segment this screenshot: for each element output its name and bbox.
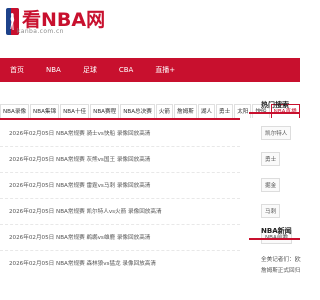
- hot-tag[interactable]: 凯尔特人: [261, 126, 292, 140]
- list-item[interactable]: 2026年02月05日 NBA常规赛 雷霆vs马刺 录像回放高清: [0, 173, 240, 199]
- list-item[interactable]: 2026年02月05日 NBA常规赛 森林狼vs猛龙 录像回放高清: [0, 251, 240, 277]
- site-header: 看NBA网 kanba.com.cn: [0, 0, 300, 52]
- main-nav: 首页 NBA 足球 CBA 直播+: [0, 58, 300, 82]
- tab-james[interactable]: 詹姆斯: [174, 104, 197, 118]
- nav-item-football[interactable]: 足球: [72, 58, 108, 82]
- tab-nba-finals[interactable]: NBA总决赛: [120, 104, 155, 118]
- nav-item-nba[interactable]: NBA: [35, 58, 72, 82]
- hot-tag[interactable]: 掘金: [261, 178, 281, 192]
- tab-warriors[interactable]: 勇士: [216, 104, 234, 118]
- hot-search-title: 热门搜索: [249, 96, 300, 114]
- side-news-item[interactable]: 全美记者们：欧文: [261, 256, 301, 265]
- list-item[interactable]: 2026年02月05日 NBA常规赛 凯尔特人vs火箭 录像回放高清: [0, 199, 240, 225]
- tab-nba-top10[interactable]: NBA十佳: [60, 104, 90, 118]
- tab-lakers[interactable]: 湖人: [197, 104, 216, 118]
- news-list: 2026年02月05日 NBA常规赛 骑士vs快船 录像回放高清 2026年02…: [0, 121, 240, 277]
- tab-rockets[interactable]: 火箭: [155, 104, 174, 118]
- tab-nba-schedule[interactable]: NBA赛程: [90, 104, 120, 118]
- tab-nba-highlights[interactable]: NBA集锦: [30, 104, 60, 118]
- tab-nba-replay[interactable]: NBA录像: [0, 104, 30, 118]
- nav-item-home[interactable]: 首页: [0, 58, 35, 82]
- hot-tag[interactable]: 马刺: [261, 204, 281, 218]
- list-item[interactable]: 2026年02月05日 NBA常规赛 鹈鹕vs雄鹿 录像回放高清: [0, 225, 240, 251]
- list-item[interactable]: 2026年02月05日 NBA常规赛 灰熊vs国王 录像回放高清: [0, 147, 240, 173]
- hot-tag[interactable]: 勇士: [261, 152, 281, 166]
- nba-news-title: NBA新闻: [249, 222, 300, 240]
- sidebar: 热门搜索 凯尔特人 勇士 掘金 马刺 NBA前瞻 NBA新闻 全美记者们：欧文 …: [249, 96, 301, 300]
- category-tabs: NBA录像 NBA集锦 NBA十佳 NBA赛程 NBA总决赛 火箭 詹姆斯 湖人…: [0, 104, 300, 120]
- nav-item-cba[interactable]: CBA: [108, 58, 144, 82]
- nav-item-live[interactable]: 直播+: [144, 58, 186, 82]
- site-domain: kanba.com.cn: [17, 28, 64, 35]
- list-item[interactable]: 2026年02月05日 NBA常规赛 骑士vs快船 录像回放高清: [0, 121, 240, 147]
- side-news-item[interactable]: 詹姆斯正式回归: [261, 267, 301, 276]
